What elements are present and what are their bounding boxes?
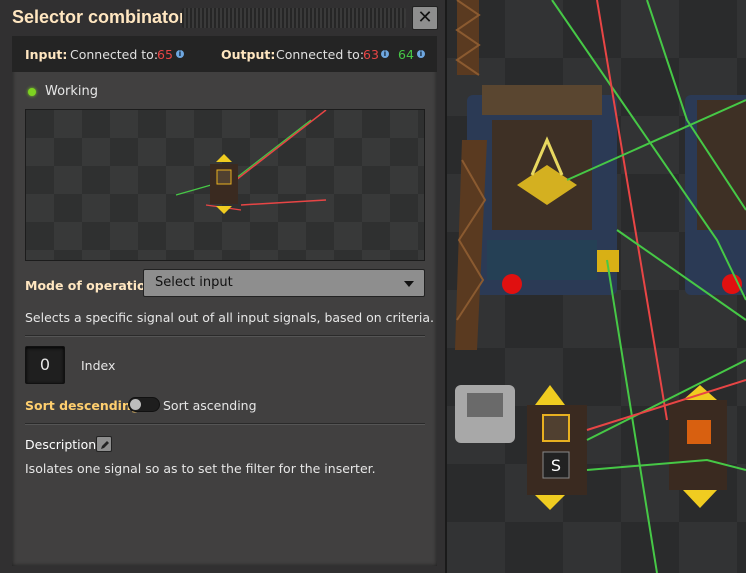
- world-scene: S: [455, 0, 746, 573]
- output-label: Output:: [221, 47, 276, 62]
- sort-ascending-label[interactable]: Sort ascending: [163, 398, 257, 413]
- selector-combinator-world[interactable]: S: [527, 385, 587, 510]
- power-pole-top: [455, 0, 481, 76]
- pencil-icon: [101, 441, 109, 449]
- description-text: Isolates one signal so as to set the fil…: [25, 461, 376, 476]
- index-label: Index: [81, 358, 116, 373]
- window-titlebar[interactable]: Selector combinator ✕: [0, 0, 445, 37]
- combinator-signal-glyph: S: [551, 456, 561, 475]
- mode-dropdown[interactable]: Select input: [143, 269, 425, 297]
- entity-preview[interactable]: [25, 109, 425, 261]
- window-content: Input: Connected to: 65 i Output: Connec…: [12, 36, 437, 566]
- input-connected-text: Connected to:: [70, 47, 159, 62]
- arithmetic-combinator-world[interactable]: [669, 385, 727, 508]
- game-world-view[interactable]: S: [447, 0, 746, 573]
- output-green-network-id[interactable]: 64: [398, 47, 414, 62]
- selector-combinator-window: Selector combinator ✕ Input: Connected t…: [0, 0, 447, 573]
- input-red-network-id[interactable]: 65: [157, 47, 173, 62]
- info-icon[interactable]: i: [417, 50, 425, 58]
- output-red-network-id[interactable]: 63: [363, 47, 379, 62]
- sort-order-toggle[interactable]: [128, 397, 160, 412]
- drag-handle[interactable]: [182, 8, 406, 28]
- mode-of-operation-label: Mode of operation: [25, 278, 155, 293]
- preview-scene: [175, 110, 327, 214]
- output-connected-text: Connected to:: [276, 47, 365, 62]
- window-title: Selector combinator: [12, 7, 187, 27]
- assembling-machine-left[interactable]: [467, 85, 619, 295]
- info-icon[interactable]: i: [176, 50, 184, 58]
- mode-description: Selects a specific signal out of all inp…: [25, 310, 435, 325]
- divider: [25, 423, 425, 425]
- index-input[interactable]: 0: [25, 346, 65, 384]
- close-icon: ✕: [417, 7, 433, 28]
- status-dot-icon: [28, 88, 36, 96]
- chevron-down-icon: [404, 281, 414, 287]
- info-icon[interactable]: i: [381, 50, 389, 58]
- close-button[interactable]: ✕: [412, 6, 438, 30]
- mode-selected-value: Select input: [155, 275, 233, 290]
- description-heading: Description: [25, 437, 97, 452]
- toggle-knob: [130, 399, 141, 410]
- sort-descending-label[interactable]: Sort descending: [25, 398, 140, 413]
- divider: [25, 335, 425, 337]
- edit-description-button[interactable]: [96, 436, 112, 452]
- input-label: Input:: [25, 47, 68, 62]
- connection-bar: Input: Connected to: 65 i Output: Connec…: [12, 36, 437, 72]
- inserter[interactable]: [455, 385, 515, 443]
- status-text: Working: [45, 84, 99, 99]
